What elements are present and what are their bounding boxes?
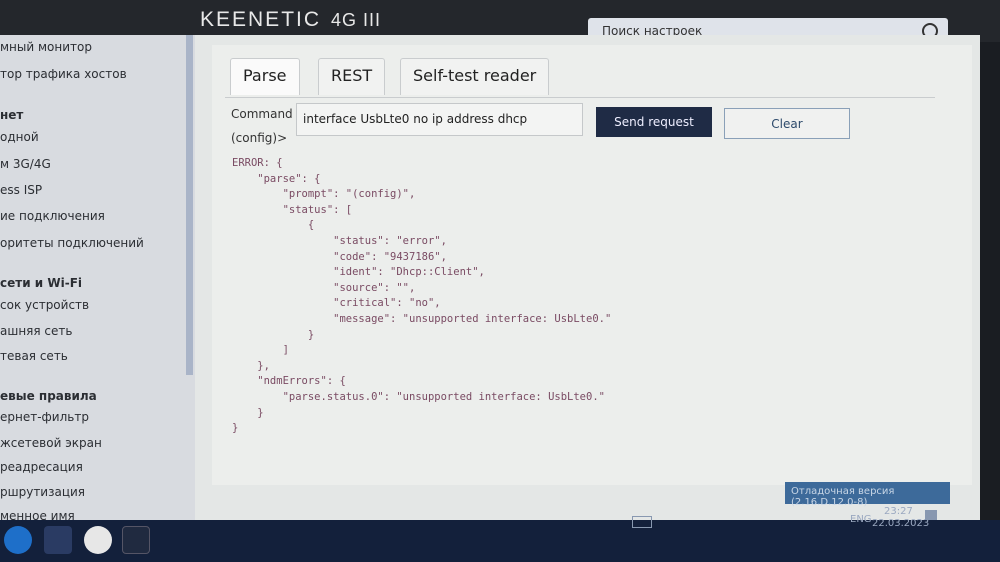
sidebar-section-header: сети и Wi-Fi: [0, 276, 83, 290]
terminal-icon[interactable]: [122, 526, 150, 554]
command-label: Command: [231, 107, 293, 121]
sidebar-item[interactable]: менное имя: [0, 509, 75, 520]
sidebar-item[interactable]: ршрутизация: [0, 485, 85, 499]
sidebar-item[interactable]: ess ISP: [0, 183, 42, 197]
sidebar-scrollbar[interactable]: [186, 35, 193, 375]
notification-icon[interactable]: [925, 510, 937, 520]
language-indicator[interactable]: ENG: [850, 514, 872, 525]
sidebar-item[interactable]: сок устройств: [0, 298, 89, 312]
clock-time[interactable]: 23:27: [884, 506, 913, 517]
tab-rest[interactable]: REST: [318, 58, 386, 95]
sidebar: мный монитор тор трафика хостов нет одной м …: [0, 35, 195, 520]
sidebar-section-header: нет: [0, 108, 24, 122]
sidebar-item[interactable]: реадресация: [0, 460, 83, 474]
tray-window-icon[interactable]: [632, 516, 652, 528]
start-icon[interactable]: [4, 526, 32, 554]
tab-divider: [225, 97, 935, 98]
command-input[interactable]: interface UsbLte0 no ip address dhcp: [296, 103, 583, 136]
sidebar-section-header: евые правила: [0, 389, 97, 403]
sidebar-item[interactable]: ернет-фильтр: [0, 410, 89, 424]
tab-parse[interactable]: Parse: [230, 58, 300, 95]
sidebar-item[interactable]: одной: [0, 130, 39, 144]
sidebar-item[interactable]: тор трафика хостов: [0, 67, 127, 81]
taskbar: [0, 520, 1000, 562]
teamviewer-icon[interactable]: [44, 526, 72, 554]
sidebar-item[interactable]: мный монитор: [0, 40, 92, 54]
sidebar-item[interactable]: м 3G/4G: [0, 157, 51, 171]
sidebar-item[interactable]: тевая сеть: [0, 349, 68, 363]
sidebar-item[interactable]: ие подключения: [0, 209, 105, 223]
sidebar-item[interactable]: жсетевой экран: [0, 436, 102, 450]
clear-button[interactable]: Clear: [724, 108, 850, 139]
tab-self-test-reader[interactable]: Self-test reader: [400, 58, 550, 95]
debug-version-banner: Отладочная версия (2.16.D.12.0-8): [785, 482, 950, 508]
send-request-button[interactable]: Send request: [596, 107, 712, 137]
yandex-browser-icon[interactable]: [84, 526, 112, 554]
clock-date[interactable]: 22.03.2023: [872, 518, 929, 529]
response-output: ERROR: { "parse": { "prompt": "(config)"…: [232, 157, 612, 435]
sidebar-item[interactable]: ашняя сеть: [0, 324, 72, 338]
keenetic-logo[interactable]: KEENETIC 4G III: [200, 8, 381, 32]
prompt-label: (config)>: [231, 131, 288, 145]
sidebar-item[interactable]: оритеты подключений: [0, 236, 144, 250]
